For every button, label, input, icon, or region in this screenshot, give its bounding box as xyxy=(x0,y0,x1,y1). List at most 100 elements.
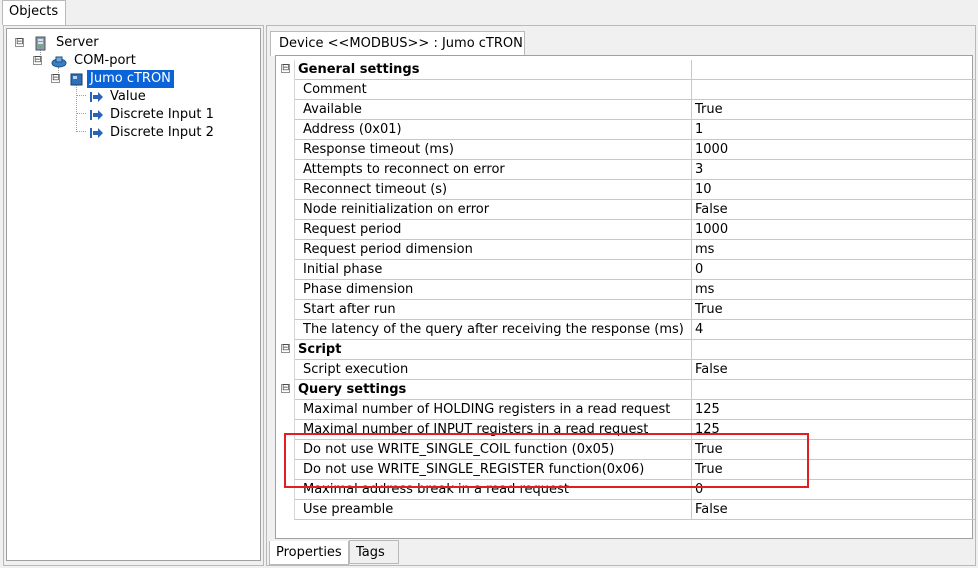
property-value xyxy=(692,340,975,360)
row-gutter xyxy=(278,160,295,180)
row-gutter xyxy=(278,80,295,100)
property-name: Do not use WRITE_SINGLE_COIL function (0… xyxy=(295,440,692,460)
tab-properties[interactable]: Properties xyxy=(269,541,349,565)
property-row[interactable]: Maximal number of HOLDING registers in a… xyxy=(278,400,975,420)
collapse-icon[interactable]: ⊟ xyxy=(51,74,60,83)
property-name: The latency of the query after receiving… xyxy=(295,320,692,340)
property-value[interactable]: 1000 xyxy=(692,140,975,160)
property-name: Attempts to reconnect on error xyxy=(295,160,692,180)
collapse-icon[interactable]: ⊟ xyxy=(281,344,290,353)
property-value[interactable]: 4 xyxy=(692,320,975,340)
section-title: General settings xyxy=(295,60,692,80)
property-value[interactable]: False xyxy=(692,360,975,380)
property-value[interactable]: False xyxy=(692,200,975,220)
row-gutter xyxy=(278,240,295,260)
property-row[interactable]: Do not use WRITE_SINGLE_COIL function (0… xyxy=(278,440,975,460)
property-value[interactable]: True xyxy=(692,440,975,460)
property-value xyxy=(692,380,975,400)
property-row[interactable]: Address (0x01) 1 xyxy=(278,120,975,140)
row-gutter xyxy=(278,460,295,480)
tree-item-com-port[interactable]: ⊟ COM-port xyxy=(7,52,257,70)
property-row[interactable]: Node reinitialization on error False xyxy=(278,200,975,220)
collapse-icon[interactable]: ⊟ xyxy=(15,38,24,47)
property-value[interactable]: 1 xyxy=(692,120,975,140)
objects-panel: ⊟ Server ⊟ COM-port ⊟ Jumo cTRON Value D… xyxy=(3,25,264,566)
tree-item-discrete-input-1[interactable]: Discrete Input 1 xyxy=(7,106,257,124)
property-name: Use preamble xyxy=(295,500,692,520)
tree-item-jumo-ctron[interactable]: ⊟ Jumo cTRON xyxy=(7,70,257,88)
object-tree: ⊟ Server ⊟ COM-port ⊟ Jumo cTRON Value D… xyxy=(6,28,261,561)
property-name: Start after run xyxy=(295,300,692,320)
tag-arrow-icon xyxy=(90,92,103,102)
property-row[interactable]: Reconnect timeout (s) 10 xyxy=(278,180,975,200)
row-gutter: ⊟ xyxy=(278,380,295,400)
property-name: Response timeout (ms) xyxy=(295,140,692,160)
property-name: Node reinitialization on error xyxy=(295,200,692,220)
tree-item-discrete-input-2[interactable]: Discrete Input 2 xyxy=(7,124,257,142)
section-header-row[interactable]: ⊟ Script xyxy=(278,340,975,360)
property-value xyxy=(692,60,975,80)
property-name: Maximal number of INPUT registers in a r… xyxy=(295,420,692,440)
property-row[interactable]: Do not use WRITE_SINGLE_REGISTER functio… xyxy=(278,460,975,480)
property-row[interactable]: Request period dimension ms xyxy=(278,240,975,260)
property-value[interactable]: True xyxy=(692,300,975,320)
property-value[interactable]: True xyxy=(692,460,975,480)
property-value[interactable]: 3 xyxy=(692,160,975,180)
tag-arrow-icon xyxy=(90,128,103,138)
property-name: Request period xyxy=(295,220,692,240)
property-row[interactable]: Comment xyxy=(278,80,975,100)
property-row[interactable]: Phase dimension ms xyxy=(278,280,975,300)
property-name: Address (0x01) xyxy=(295,120,692,140)
row-gutter: ⊟ xyxy=(278,60,295,80)
property-value[interactable]: ms xyxy=(692,280,975,300)
property-value[interactable]: 0 xyxy=(692,480,975,500)
row-gutter xyxy=(278,400,295,420)
tag-arrow-icon xyxy=(90,110,103,120)
section-header-row[interactable]: ⊟ Query settings xyxy=(278,380,975,400)
property-row[interactable]: Maximal address break in a read request 0 xyxy=(278,480,975,500)
property-row[interactable]: Initial phase 0 xyxy=(278,260,975,280)
property-row[interactable]: Start after run True xyxy=(278,300,975,320)
property-value[interactable]: False xyxy=(692,500,975,520)
tab-objects[interactable]: Objects xyxy=(2,0,66,25)
property-value[interactable]: 1000 xyxy=(692,220,975,240)
property-grid: ⊟ General settings Comment Available True Add… xyxy=(275,55,975,539)
section-title: Query settings xyxy=(295,380,692,400)
property-value[interactable]: 10 xyxy=(692,180,975,200)
tree-item-label: COM-port xyxy=(74,53,136,68)
property-row[interactable]: Maximal number of INPUT registers in a r… xyxy=(278,420,975,440)
property-row[interactable]: Response timeout (ms) 1000 xyxy=(278,140,975,160)
collapse-icon[interactable]: ⊟ xyxy=(281,64,290,73)
property-value[interactable]: 0 xyxy=(692,260,975,280)
property-row[interactable]: Script execution False xyxy=(278,360,975,380)
property-row[interactable]: Attempts to reconnect on error 3 xyxy=(278,160,975,180)
row-gutter xyxy=(278,200,295,220)
tree-item-label: Discrete Input 2 xyxy=(110,125,214,140)
collapse-icon[interactable]: ⊟ xyxy=(33,56,42,65)
tree-item-label: Jumo cTRON xyxy=(87,70,174,88)
collapse-icon[interactable]: ⊟ xyxy=(281,384,290,393)
property-value[interactable]: 125 xyxy=(692,400,975,420)
property-row[interactable]: Request period 1000 xyxy=(278,220,975,240)
property-name: Script execution xyxy=(295,360,692,380)
tree-item-value[interactable]: Value xyxy=(7,88,257,106)
property-value[interactable]: 125 xyxy=(692,420,975,440)
section-header-row[interactable]: ⊟ General settings xyxy=(278,60,975,80)
row-gutter xyxy=(278,120,295,140)
row-gutter xyxy=(278,320,295,340)
property-value[interactable]: True xyxy=(692,100,975,120)
tree-item-label: Value xyxy=(110,89,146,104)
property-row[interactable]: The latency of the query after receiving… xyxy=(278,320,975,340)
tab-device[interactable]: Device <<MODBUS>> : Jumo cTRON xyxy=(270,31,525,56)
tab-tags[interactable]: Tags xyxy=(349,540,399,564)
property-name: Do not use WRITE_SINGLE_REGISTER functio… xyxy=(295,460,692,480)
property-row[interactable]: Use preamble False xyxy=(278,500,975,520)
server-icon xyxy=(35,36,46,51)
property-name: Available xyxy=(295,100,692,120)
property-value[interactable] xyxy=(692,80,975,100)
property-value[interactable]: ms xyxy=(692,240,975,260)
tree-item-server[interactable]: ⊟ Server xyxy=(7,34,257,52)
tree-item-label: Discrete Input 1 xyxy=(110,107,214,122)
property-row[interactable]: Available True xyxy=(278,100,975,120)
device-icon xyxy=(70,73,83,86)
